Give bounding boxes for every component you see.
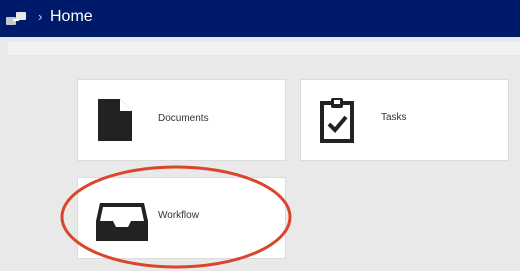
document-icon <box>98 99 132 141</box>
breadcrumb-separator: › <box>38 9 43 24</box>
annotation-ellipse <box>60 165 292 269</box>
tile-tasks[interactable]: Tasks <box>300 79 509 161</box>
top-bar: › Home <box>0 0 520 37</box>
tile-label-tasks: Tasks <box>381 112 407 123</box>
tile-documents[interactable]: Documents <box>77 79 286 161</box>
clipboard-check-icon <box>320 98 354 143</box>
tile-label-documents: Documents <box>158 113 209 124</box>
app-logo-icon[interactable] <box>6 10 28 26</box>
content-strip <box>8 42 520 55</box>
breadcrumb-home[interactable]: Home <box>50 8 93 26</box>
